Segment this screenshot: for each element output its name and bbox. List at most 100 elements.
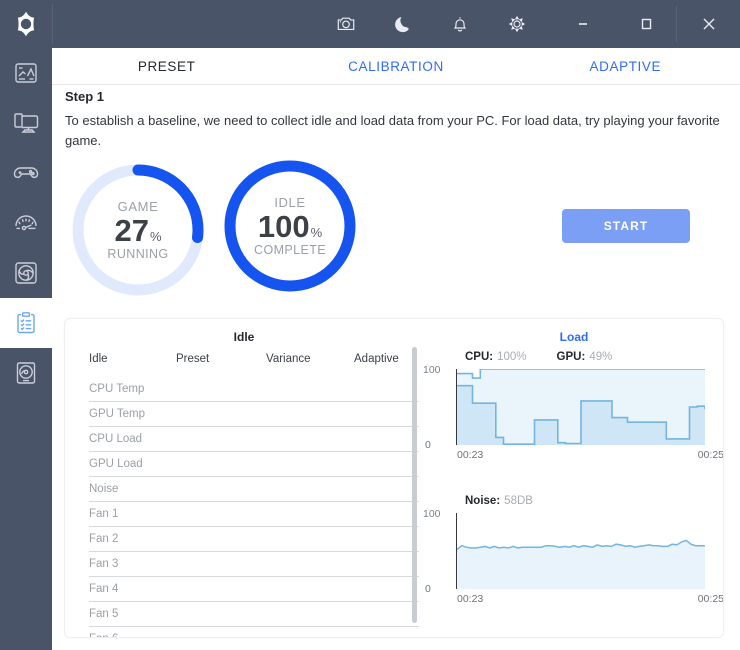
load-x-end-label: 00:25 [697, 449, 724, 461]
table-col-adaptive: Adaptive [354, 353, 399, 365]
noise-y-min-label: 0 [425, 583, 431, 595]
table-body[interactable]: CPU Temp GPU Temp CPU Load GPU Load Noise Fan… [89, 377, 419, 637]
table-row[interactable]: Fan 3 [89, 552, 419, 577]
moon-icon-button[interactable] [374, 0, 431, 48]
monitor-pc-icon [14, 113, 39, 133]
tab-bar: PRESET CALIBRATION ADAPTIVE [52, 48, 740, 85]
table-row[interactable]: GPU Temp [89, 402, 419, 427]
idle-table-panel: Idle Idle Preset Variance Adaptive CPU T… [65, 319, 423, 637]
table-row[interactable]: Noise [89, 477, 419, 502]
titlebar-left-divider [52, 4, 53, 44]
load-y-min-label: 0 [425, 439, 431, 451]
load-y-max-label: 100 [423, 364, 441, 376]
game-ring-status: RUNNING [107, 246, 169, 261]
load-chart: CPU: 100% GPU: 49% 100 0 00:23 00:25 [423, 347, 724, 487]
load-chart-legend: CPU: 100% GPU: 49% [465, 347, 612, 367]
table-row[interactable]: CPU Temp [89, 377, 419, 402]
table-scrollbar[interactable] [412, 347, 417, 632]
legend-noise-key: Noise [465, 495, 497, 507]
table-scrollbar-thumb[interactable] [412, 347, 417, 623]
idle-ring-label: IDLE [274, 194, 306, 210]
camera-icon [337, 17, 354, 31]
sidebar-item-performance[interactable] [0, 198, 52, 248]
sidebar-item-dashboard[interactable] [0, 48, 52, 98]
legend-cpu-key: CPU [465, 351, 490, 363]
table-row-label: GPU Load [89, 458, 143, 470]
gear-icon-button[interactable] [488, 0, 545, 48]
app-logo [0, 0, 52, 48]
camera-icon-button[interactable] [317, 0, 374, 48]
bell-icon-button[interactable] [431, 0, 488, 48]
table-row-label: Fan 2 [89, 533, 119, 545]
step-description: To establish a baseline, we need to coll… [65, 113, 720, 148]
table-row-label: Fan 5 [89, 608, 119, 620]
legend-gpu-value: 49% [589, 351, 613, 363]
start-button[interactable]: START [562, 209, 690, 243]
noise-plot [457, 539, 705, 589]
table-row-label: GPU Temp [89, 408, 146, 420]
clipboard-checklist-icon [17, 312, 35, 334]
close-icon [703, 18, 714, 30]
minimize-button[interactable] [551, 0, 614, 48]
game-ring-value-wrap: 27 % [114, 214, 161, 247]
idle-ring-value-wrap: 100 % [258, 210, 322, 243]
noise-y-max-label: 100 [423, 508, 441, 520]
table-row-label: Noise [89, 483, 119, 495]
noise-x-start-label: 00:23 [457, 593, 484, 605]
table-row[interactable]: Fan 4 [89, 577, 419, 602]
table-row[interactable]: GPU Load [89, 452, 419, 477]
table-row[interactable]: CPU Load [89, 427, 419, 452]
table-row[interactable]: Fan 2 [89, 527, 419, 552]
maximize-button[interactable] [614, 0, 677, 48]
dashboard-chart-icon [15, 63, 37, 83]
noise-chart: Noise: 58DB 100 0 00:23 00:25 [423, 491, 724, 631]
sidebar-item-games[interactable] [0, 148, 52, 198]
tab-calibration[interactable]: CALIBRATION [281, 48, 510, 85]
table-row[interactable]: Fan 6 [89, 627, 419, 637]
app-window: PRESET CALIBRATION ADAPTIVE Step 1 To es… [0, 0, 740, 650]
table-row-label: Fan 4 [89, 583, 119, 595]
bell-icon [453, 17, 466, 32]
legend-noise-value: 58DB [504, 495, 533, 507]
table-row-label: CPU Load [89, 433, 143, 445]
table-heading: Idle [233, 330, 255, 344]
tab-adaptive[interactable]: ADAPTIVE [511, 48, 740, 85]
game-ring-value: 27 [114, 212, 149, 248]
chart-series-path [457, 540, 705, 589]
legend-cpu-value: 100% [497, 351, 527, 363]
idle-ring-unit: % [310, 224, 323, 240]
maximize-icon [641, 18, 651, 30]
window-controls [551, 0, 740, 48]
sidebar-item-calibration[interactable] [0, 298, 52, 348]
legend-noise: Noise: 58DB [465, 495, 533, 507]
legend-cpu: CPU: 100% [465, 351, 527, 363]
sidebar-item-system[interactable] [0, 98, 52, 148]
idle-ring-value: 100 [257, 208, 310, 244]
idle-ring-status: COMPLETE [254, 242, 326, 257]
table-row[interactable]: Fan 5 [89, 602, 419, 627]
tab-preset[interactable]: PRESET [52, 48, 281, 85]
fan-icon [15, 262, 37, 284]
table-col-preset: Preset [176, 353, 210, 365]
table-row[interactable]: Fan 1 [89, 502, 419, 527]
legend-gpu: GPU: 49% [556, 351, 613, 363]
gamepad-icon [13, 167, 39, 179]
game-ring-unit: % [149, 228, 162, 244]
game-progress-ring: GAME 27 % RUNNING [68, 160, 208, 300]
close-button[interactable] [677, 0, 740, 48]
logo-diamond-circle-icon [17, 11, 35, 37]
table-row-label: Fan 1 [89, 508, 119, 520]
table-row-label: Fan 6 [89, 633, 118, 637]
table-row-label: CPU Temp [89, 383, 145, 395]
table-header-row: Idle Preset Variance Adaptive [89, 353, 409, 373]
gauge-icon [15, 215, 37, 231]
game-ring-label: GAME [117, 198, 159, 214]
noise-chart-legend: Noise: 58DB [465, 491, 533, 511]
charts-heading: Load [559, 330, 589, 344]
sidebar [0, 0, 52, 650]
legend-gpu-key: GPU [556, 351, 582, 363]
sidebar-item-storage[interactable] [0, 348, 52, 398]
sidebar-item-fans[interactable] [0, 248, 52, 298]
noise-x-end-label: 00:25 [697, 593, 724, 605]
step-title: Step 1 [65, 89, 105, 104]
